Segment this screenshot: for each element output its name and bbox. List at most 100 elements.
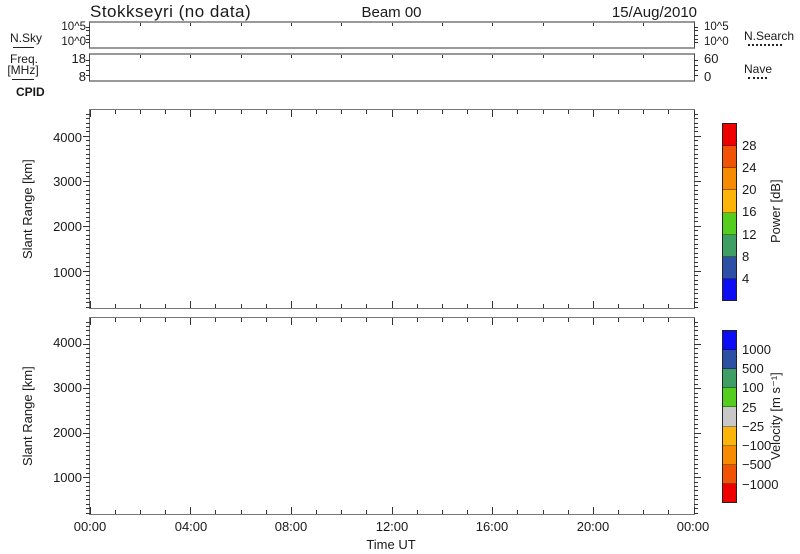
tick-mark [417,510,418,514]
tick-mark [694,167,698,168]
colorbar-segment [723,190,736,212]
tick-mark [694,322,698,323]
tick-mark [115,510,116,514]
freq-legend-line [12,79,34,80]
tick-mark [694,114,698,115]
tick-mark [86,199,90,200]
tick-mark [215,304,216,308]
tick-mark [492,301,493,308]
tick-mark [694,353,698,354]
tick-mark [694,154,698,155]
xaxis-tick-label: 00:00 [62,519,118,534]
nave-legend-dots [748,77,767,79]
tick-mark [86,450,90,451]
tick-mark [568,510,569,514]
tick-mark [140,304,141,308]
tick-mark [86,419,90,420]
tick-mark [492,318,493,325]
tick-mark [86,410,90,411]
tick-mark [86,262,90,263]
tick-mark [86,384,90,385]
tick-mark [316,510,317,514]
tick-mark [694,375,698,376]
tick-mark [86,75,90,76]
tick-mark [190,110,191,117]
tick-mark [86,508,90,509]
tick-mark [694,158,698,159]
tick-mark [694,248,698,249]
tick-mark [86,375,90,376]
tick-mark [86,221,90,222]
tick-mark [694,176,698,177]
tick-mark [291,55,292,58]
tick-mark [694,348,698,349]
tick-mark [467,318,468,322]
colorbar-segment [723,146,736,168]
tick-mark [86,185,90,186]
tick-mark [467,510,468,514]
tick-mark [694,284,698,285]
tick-mark [694,339,698,340]
colorbar-segment [723,350,736,369]
tick-mark [694,235,698,236]
tick-mark [694,357,698,358]
tick-mark [694,27,698,28]
tick-mark [694,131,698,132]
tick-mark [694,244,698,245]
tick-mark [215,318,216,322]
tick-mark [86,330,90,331]
tick-mark [694,293,698,294]
colorbar-segment [723,168,736,190]
tick-mark [694,508,698,509]
tick-mark [543,55,544,58]
tick-mark [86,468,90,469]
tick-mark [86,424,90,425]
tick-mark [86,406,90,407]
tick-mark [86,131,90,132]
tick-mark [86,158,90,159]
velocity-ylabel: Slant Range [km] [20,318,35,514]
tick-mark [694,455,698,456]
tick-mark [694,482,698,483]
tick-mark [417,110,418,114]
tick-mark [86,42,90,43]
tick-mark [694,495,698,496]
tick-mark [392,507,393,514]
tick-mark [366,110,367,114]
tick-mark [86,504,90,505]
tick-mark [165,318,166,322]
tick-mark [694,172,698,173]
tick-mark [366,318,367,322]
tick-mark [643,510,644,514]
tick-mark [291,507,292,514]
tick-mark [86,322,90,323]
tick-mark [417,318,418,322]
tick-mark [86,339,90,340]
velocity-ytick: 2000 [38,425,82,440]
tick-mark [86,172,90,173]
tick-mark [83,344,90,345]
tick-mark [643,110,644,114]
tick-mark [86,284,90,285]
nsky-ytick-bottom: 10^0 [40,36,86,48]
tick-mark [568,304,569,308]
tick-mark [86,335,90,336]
tick-mark [86,455,90,456]
tick-mark [694,468,698,469]
tick-mark [694,221,698,222]
xaxis-tick-label: 08:00 [263,519,319,534]
colorbar-segment [723,124,736,146]
tick-mark [694,212,698,213]
nsky-right-ytick-bottom: 10^0 [704,36,729,48]
tick-mark [492,110,493,117]
tick-mark [517,110,518,114]
tick-mark [618,304,619,308]
tick-mark [86,118,90,119]
velocity-colorbar-label: Velocity [m s⁻¹] [768,336,783,496]
tick-mark [694,123,698,124]
power-ytick: 2000 [38,219,82,234]
tick-mark [392,55,393,58]
tick-mark [694,30,698,31]
tick-mark [694,307,698,308]
tick-mark [86,266,90,267]
